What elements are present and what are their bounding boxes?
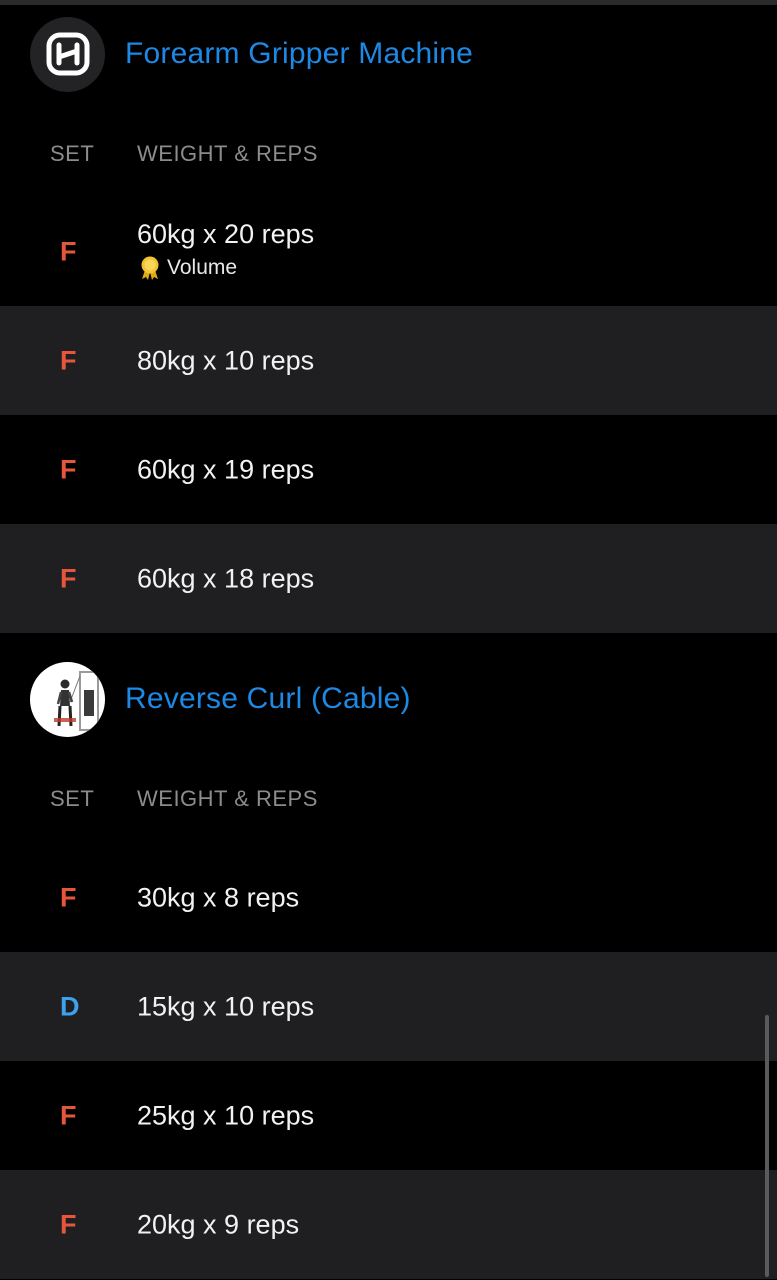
set-type-label: F bbox=[60, 236, 77, 266]
set-weight-reps: 15kg x 10 reps bbox=[137, 991, 315, 1021]
scrollbar[interactable] bbox=[765, 1015, 769, 1277]
set-column-header: SET bbox=[50, 786, 95, 811]
set-type-label: F bbox=[60, 1100, 77, 1130]
top-divider bbox=[0, 0, 777, 5]
set-weight-reps: 60kg x 19 reps bbox=[137, 454, 315, 484]
set-row: F 30kg x 8 reps bbox=[0, 843, 777, 952]
column-headers: SET WEIGHT & REPS bbox=[0, 133, 777, 173]
set-row: D 15kg x 10 reps bbox=[0, 952, 777, 1061]
set-weight-reps: 60kg x 20 reps bbox=[137, 219, 315, 249]
exercise-header[interactable]: Forearm Gripper Machine bbox=[0, 9, 777, 99]
hevy-logo-icon bbox=[46, 32, 89, 76]
record-label: Volume bbox=[167, 256, 238, 279]
weight-reps-column-header: WEIGHT & REPS bbox=[137, 786, 318, 811]
set-row: F 60kg x 18 reps bbox=[0, 524, 777, 633]
weight-reps-column-header: WEIGHT & REPS bbox=[137, 141, 318, 166]
set-type-label: F bbox=[60, 882, 77, 912]
set-row: F 80kg x 10 reps bbox=[0, 306, 777, 415]
set-row: F 20kg x 9 reps bbox=[0, 1170, 777, 1279]
medal-icon bbox=[141, 256, 159, 280]
set-type-label: F bbox=[60, 454, 77, 484]
set-weight-reps: 60kg x 18 reps bbox=[137, 563, 315, 593]
set-row: F 25kg x 10 reps bbox=[0, 1061, 777, 1170]
set-type-label: D bbox=[60, 991, 80, 1021]
set-type-label: F bbox=[60, 345, 77, 375]
set-weight-reps: 30kg x 8 reps bbox=[137, 882, 300, 912]
set-type-label: F bbox=[60, 1209, 77, 1239]
set-column-header: SET bbox=[50, 141, 95, 166]
column-headers: SET WEIGHT & REPS bbox=[0, 778, 777, 818]
exercise-title[interactable]: Reverse Curl (Cable) bbox=[125, 682, 411, 716]
exercise-thumbnail[interactable] bbox=[30, 661, 105, 737]
set-type-label: F bbox=[60, 563, 77, 593]
set-weight-reps: 20kg x 9 reps bbox=[137, 1209, 300, 1239]
exercise-thumbnail[interactable] bbox=[30, 16, 105, 92]
set-weight-reps: 25kg x 10 reps bbox=[137, 1100, 315, 1130]
exercise-header[interactable]: Reverse Curl (Cable) bbox=[0, 654, 777, 744]
exercise-title[interactable]: Forearm Gripper Machine bbox=[125, 37, 473, 71]
set-weight-reps: 80kg x 10 reps bbox=[137, 345, 315, 375]
set-row: F 60kg x 19 reps bbox=[0, 415, 777, 524]
personal-record-badge: Volume bbox=[137, 255, 237, 281]
cable-machine-person-icon bbox=[54, 670, 99, 731]
set-row: F 60kg x 20 reps Volume bbox=[0, 197, 777, 306]
